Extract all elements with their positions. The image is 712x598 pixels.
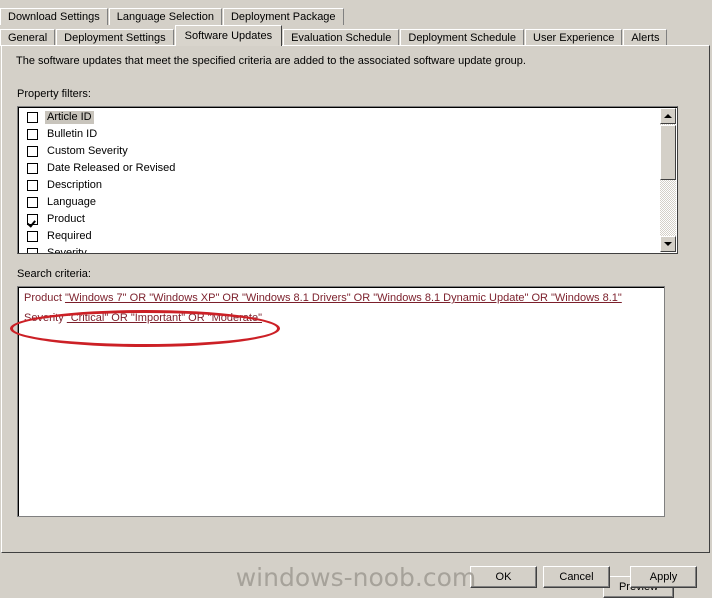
checkbox-unchecked-icon[interactable]: [27, 129, 38, 140]
filter-row-label: Bulletin ID: [47, 128, 98, 140]
criteria-line-severity: Severity "Critical" OR "Important" OR "M…: [24, 312, 262, 324]
tab-alerts[interactable]: Alerts: [623, 29, 668, 46]
tab-deployment-package[interactable]: Deployment Package: [222, 8, 344, 25]
filter-row[interactable]: Date Released or Revised: [18, 160, 661, 177]
criteria-value-link[interactable]: "Critical" OR "Important" OR "Moderate": [67, 312, 262, 324]
filter-row[interactable]: Description: [18, 177, 661, 194]
software-updates-panel: The software updates that meet the speci…: [1, 45, 710, 598]
checkbox-unchecked-icon[interactable]: [27, 112, 38, 123]
property-filters-items: Article ID Bulletin ID Custom Severity Date…: [18, 109, 661, 254]
search-criteria-box[interactable]: Product "Windows 7" OR "Windows XP" OR "…: [17, 286, 665, 517]
checkbox-unchecked-icon[interactable]: [27, 231, 38, 242]
scrollbar-thumb[interactable]: [660, 125, 676, 180]
filter-row-label: Severity: [47, 247, 87, 254]
filter-row-label: Product: [47, 213, 85, 225]
search-criteria-label: Search criteria:: [17, 268, 91, 280]
checkbox-unchecked-icon[interactable]: [27, 180, 38, 191]
filter-row[interactable]: Language: [18, 194, 661, 211]
checkbox-unchecked-icon[interactable]: [27, 146, 38, 157]
tab-user-experience[interactable]: User Experience: [525, 29, 623, 46]
filter-row[interactable]: Required: [18, 228, 661, 245]
filter-row-label: Language: [47, 196, 96, 208]
tab-download-settings[interactable]: Download Settings: [0, 8, 108, 25]
tab-deployment-settings[interactable]: Deployment Settings: [56, 29, 174, 46]
property-filters-scrollbar[interactable]: [660, 108, 676, 252]
filter-row-label: Required: [47, 230, 92, 242]
criteria-property-name: Product: [24, 292, 65, 304]
tab-software-updates[interactable]: Software Updates: [174, 25, 283, 46]
ok-button[interactable]: OK: [470, 566, 537, 588]
arrow-down-glyph: [664, 242, 672, 246]
apply-button[interactable]: Apply: [630, 566, 697, 588]
filter-row[interactable]: Severity: [18, 245, 661, 254]
filter-row[interactable]: Bulletin ID: [18, 126, 661, 143]
criteria-value-link[interactable]: "Windows 7" OR "Windows XP" OR "Windows …: [65, 292, 622, 304]
filter-row-label: Article ID: [45, 111, 94, 124]
filter-row[interactable]: Custom Severity: [18, 143, 661, 160]
filter-row-label: Custom Severity: [47, 145, 128, 157]
filter-row[interactable]: Product: [18, 211, 661, 228]
tab-language-selection[interactable]: Language Selection: [108, 8, 222, 25]
filter-row-label: Description: [47, 179, 103, 191]
panel-description: The software updates that meet the speci…: [16, 55, 526, 67]
tab-general[interactable]: General: [0, 29, 56, 46]
property-filters-list[interactable]: Article ID Bulletin ID Custom Severity Date…: [17, 106, 678, 254]
criteria-property-name: Severity: [24, 312, 67, 324]
checkbox-checked-icon[interactable]: [27, 214, 38, 225]
criteria-line-product: Product "Windows 7" OR "Windows XP" OR "…: [24, 292, 622, 304]
arrow-up-glyph: [664, 114, 672, 118]
cancel-button[interactable]: Cancel: [543, 566, 610, 588]
scroll-up-arrow-icon[interactable]: [660, 108, 676, 124]
tab-evaluation-schedule[interactable]: Evaluation Schedule: [283, 29, 400, 46]
filter-row[interactable]: Article ID: [18, 109, 661, 126]
checkbox-checked-icon[interactable]: [27, 248, 38, 253]
filter-row-label: Date Released or Revised: [47, 162, 176, 174]
tab-strip: Download Settings Language Selection Dep…: [0, 0, 712, 48]
tab-deployment-schedule[interactable]: Deployment Schedule: [400, 29, 524, 46]
scroll-down-arrow-icon[interactable]: [660, 236, 676, 252]
tab-row-top: Download Settings Language Selection Dep…: [0, 8, 345, 27]
checkbox-unchecked-icon[interactable]: [27, 163, 38, 174]
checkbox-unchecked-icon[interactable]: [27, 197, 38, 208]
property-filters-label: Property filters:: [17, 88, 91, 100]
